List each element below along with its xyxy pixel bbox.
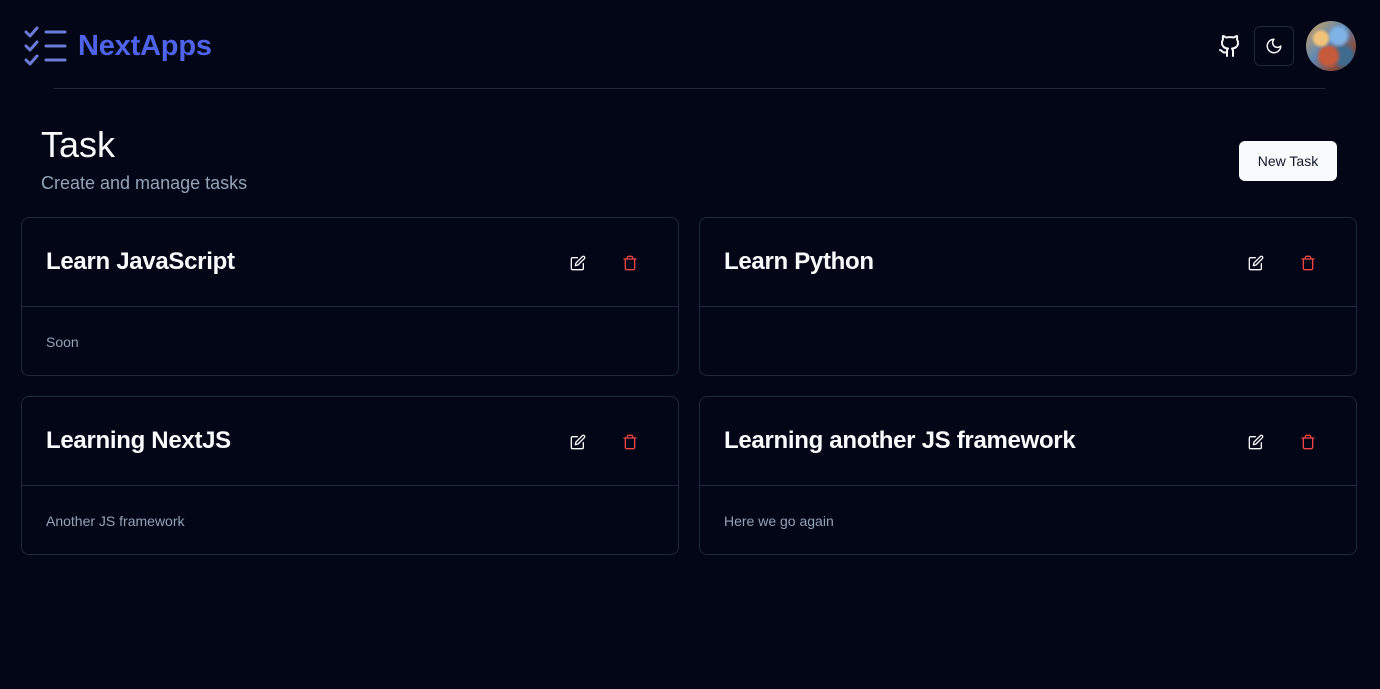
edit-icon [570,434,586,450]
trash-icon [623,434,637,450]
task-card: Learning NextJS Another JS framework [21,396,679,555]
edit-task-button[interactable] [565,429,591,455]
task-description: Another JS framework [46,513,185,529]
trash-icon [1301,434,1315,450]
brand-logo[interactable]: NextApps [24,26,212,66]
task-card: Learn JavaScript Soon [21,217,679,376]
edit-icon [1248,434,1264,450]
task-title: Learning NextJS [46,427,231,454]
page-title: Task [41,124,116,165]
edit-task-button[interactable] [1243,429,1269,455]
header-actions [1210,21,1356,71]
header: NextApps [0,0,1380,89]
checklist-icon [24,26,67,66]
github-link[interactable] [1210,26,1250,66]
trash-icon [1301,255,1315,271]
task-card-header: Learning another JS framework [700,397,1356,486]
task-title: Learning another JS framework [724,427,1076,454]
page-header: Task Create and manage tasks [41,124,247,194]
brand-name: NextApps [78,29,212,62]
page-subtitle: Create and manage tasks [41,173,248,193]
task-card-header: Learn JavaScript [22,218,678,307]
header-divider [53,88,1325,89]
edit-icon [570,255,586,271]
delete-task-button[interactable] [617,250,643,276]
github-icon [1219,35,1240,57]
task-title: Learn Python [724,248,874,275]
delete-task-button[interactable] [1295,250,1321,276]
delete-task-button[interactable] [617,429,643,455]
edit-icon [1248,255,1264,271]
task-card: Learn Python [699,217,1357,376]
new-task-button[interactable]: New Task [1239,141,1337,181]
task-title: Learn JavaScript [46,248,235,275]
task-description: Soon [46,334,79,350]
task-card-header: Learning NextJS [22,397,678,486]
task-card-header: Learn Python [700,218,1356,307]
delete-task-button[interactable] [1295,429,1321,455]
theme-toggle-button[interactable] [1254,26,1294,66]
task-description: Here we go again [724,513,834,529]
trash-icon [623,255,637,271]
edit-task-button[interactable] [565,250,591,276]
task-card: Learning another JS framework Here we go… [699,396,1357,555]
edit-task-button[interactable] [1243,250,1269,276]
moon-icon [1266,38,1282,54]
user-avatar[interactable] [1306,21,1356,71]
